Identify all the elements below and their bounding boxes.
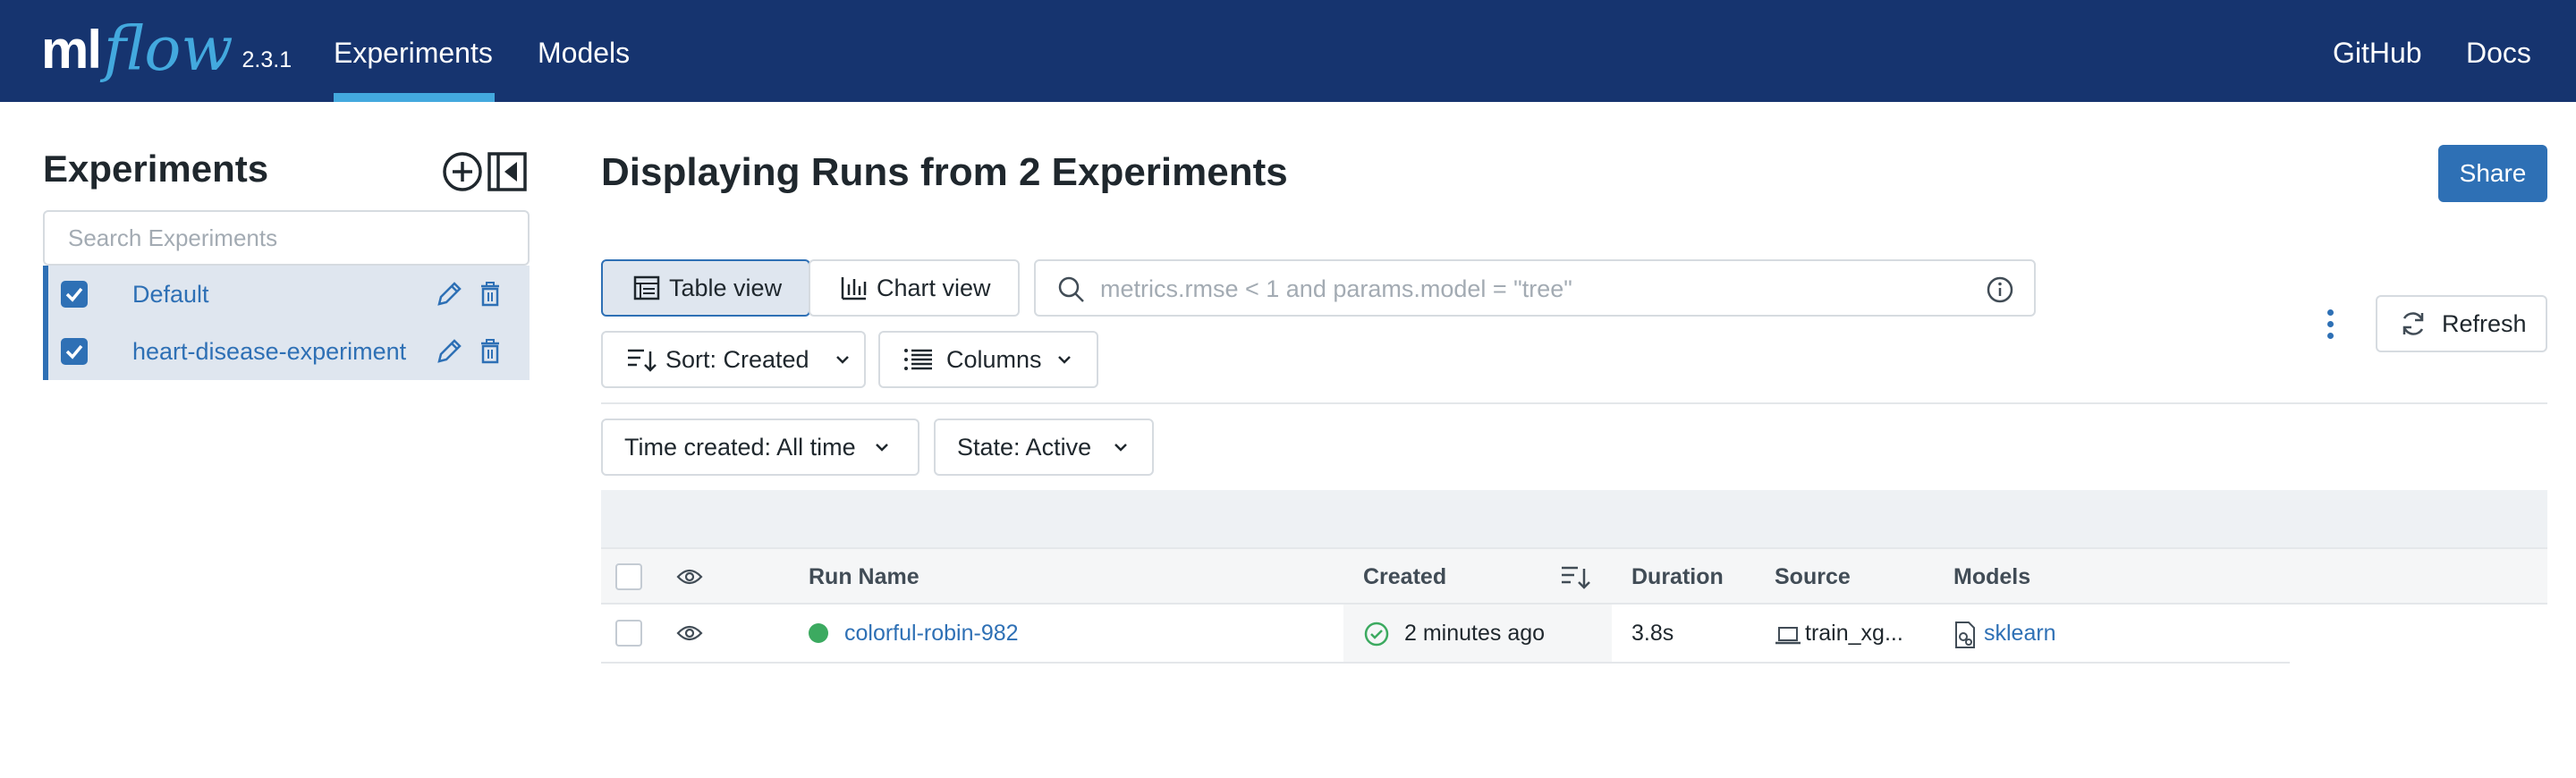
time-created-label: Time created: All time (624, 433, 856, 461)
mlflow-logo[interactable]: ml flow 2.3.1 (41, 5, 292, 95)
nav-active-indicator (334, 93, 495, 102)
refresh-label: Refresh (2442, 309, 2527, 337)
share-button[interactable]: Share (2438, 145, 2547, 202)
chevron-down-icon (835, 356, 849, 364)
eye-icon[interactable] (676, 567, 703, 587)
column-header-duration[interactable]: Duration (1631, 549, 1724, 605)
experiment-item-default[interactable]: Default (43, 266, 530, 323)
column-header-created[interactable]: Created (1363, 549, 1446, 605)
state-filter-label: State: Active (957, 433, 1092, 461)
pencil-icon[interactable] (435, 337, 463, 370)
plus-circle-icon[interactable] (442, 151, 483, 192)
sort-label: Sort: Created (665, 345, 809, 373)
chart-view-button[interactable]: Chart view (809, 259, 1020, 317)
version-label: 2.3.1 (242, 47, 292, 72)
nav-github[interactable]: GitHub (2333, 0, 2422, 102)
list-icon (904, 349, 932, 370)
experiment-checkbox[interactable] (61, 281, 88, 308)
refresh-button[interactable]: Refresh (2376, 295, 2547, 352)
toolbar-divider (601, 402, 2547, 404)
source-value[interactable]: train_xg... (1805, 605, 1903, 662)
columns-label: Columns (946, 345, 1042, 373)
run-filter-input[interactable]: metrics.rmse < 1 and params.model = "tre… (1034, 259, 2036, 317)
created-value: 2 minutes ago (1404, 621, 1546, 646)
run-status-dot (809, 623, 828, 643)
model-file-icon (1955, 622, 1975, 648)
more-options-icon[interactable] (2326, 309, 2334, 340)
table-view-button[interactable]: Table view (601, 259, 810, 317)
row-checkbox[interactable] (615, 620, 642, 647)
run-filter-placeholder: metrics.rmse < 1 and params.model = "tre… (1100, 275, 1572, 302)
duration-value: 3.8s (1631, 621, 1674, 646)
select-all-checkbox[interactable] (615, 563, 642, 590)
model-link[interactable]: sklearn (1984, 605, 2056, 662)
trash-icon[interactable] (479, 282, 501, 311)
search-icon (1058, 276, 1084, 302)
created-cell: 2 minutes ago (1343, 605, 1612, 662)
nav-docs[interactable]: Docs (2466, 0, 2531, 102)
trash-icon[interactable] (479, 339, 501, 368)
top-nav-bar: ml flow 2.3.1 Experiments Models GitHub … (0, 0, 2576, 102)
experiment-label[interactable]: Default (132, 266, 209, 323)
search-experiments-input[interactable]: Search Experiments (43, 210, 530, 266)
laptop-icon (1775, 627, 1801, 645)
collapse-sidebar-icon[interactable] (487, 151, 528, 192)
experiment-checkbox[interactable] (61, 338, 88, 365)
chevron-down-icon (1057, 356, 1071, 364)
info-icon[interactable] (1986, 275, 2014, 304)
refresh-icon (2402, 312, 2424, 335)
bar-chart-icon (841, 277, 867, 300)
chart-view-label: Chart view (877, 274, 991, 301)
experiment-item-heart-disease[interactable]: heart-disease-experiment (43, 323, 530, 380)
nav-experiments[interactable]: Experiments (334, 0, 493, 102)
table-icon (633, 275, 660, 300)
eye-icon[interactable] (676, 623, 703, 643)
sort-dropdown[interactable]: Sort: Created (601, 331, 866, 388)
check-circle-icon (1364, 622, 1389, 647)
logo-flow-text: flow (104, 14, 233, 85)
column-header-models[interactable]: Models (1953, 549, 2030, 605)
logo-ml-text: ml (41, 20, 102, 80)
pencil-icon[interactable] (435, 280, 463, 313)
state-filter[interactable]: State: Active (934, 419, 1154, 476)
sort-icon (628, 349, 657, 372)
nav-models[interactable]: Models (538, 0, 630, 102)
page-title: Displaying Runs from 2 Experiments (601, 150, 1288, 194)
column-group-header (601, 490, 2547, 547)
column-header-source[interactable]: Source (1775, 549, 1851, 605)
column-header-run-name[interactable]: Run Name (809, 549, 919, 605)
table-row[interactable]: colorful-robin-982 2 minutes ago 3.8s tr… (601, 605, 2290, 664)
columns-dropdown[interactable]: Columns (878, 331, 1098, 388)
chevron-down-icon (875, 444, 888, 452)
table-view-label: Table view (669, 274, 783, 301)
table-header: Run Name Created Duration Source Models (601, 547, 2547, 605)
experiment-label[interactable]: heart-disease-experiment (132, 323, 406, 380)
run-name-link[interactable]: colorful-robin-982 (844, 605, 1019, 662)
time-created-filter[interactable]: Time created: All time (601, 419, 919, 476)
sidebar-title: Experiments (43, 148, 269, 190)
chevron-down-icon (1114, 444, 1127, 452)
sort-descending-icon[interactable] (1560, 563, 1590, 590)
